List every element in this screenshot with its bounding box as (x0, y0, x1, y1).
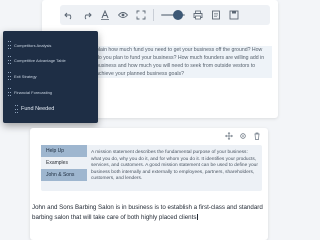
help-panel: Help Up Examples John & Sons A mission s… (41, 145, 262, 191)
drag-handle-icon[interactable] (8, 56, 11, 64)
text-format-icon[interactable] (96, 6, 114, 24)
sidebar-item-competitive-advantage-table[interactable]: Competitive Advantage Table (8, 55, 66, 65)
print-icon[interactable] (189, 6, 207, 24)
toggle-switch[interactable] (161, 10, 185, 20)
tab-john-and-sons[interactable]: John & Sons (41, 169, 87, 181)
tab-examples[interactable]: Examples (41, 157, 87, 169)
answer-card: Help Up Examples John & Sons A mission s… (30, 128, 268, 240)
drag-handle-icon[interactable] (8, 72, 11, 80)
sidebar-item-label: Financial Forecasting (14, 89, 53, 95)
settings-icon[interactable] (238, 131, 248, 141)
sidebar-item-label: Competitors Analysis (14, 42, 52, 48)
sidebar-item-label: Exit Strategy (14, 73, 37, 79)
help-tabs: Help Up Examples John & Sons (41, 145, 87, 191)
help-description: A mission statement describes the fundam… (91, 150, 258, 182)
move-icon[interactable] (224, 131, 234, 141)
sidebar-item-label: Competitive Advantage Table (14, 57, 66, 63)
toolbar-divider (153, 9, 154, 21)
undo-icon[interactable] (60, 6, 78, 24)
sidebar-item-fund-needed[interactable]: Fund Needed (15, 104, 54, 114)
answer-editor[interactable]: John and Sons Barbing Salon is in busine… (32, 203, 264, 222)
drag-handle-icon[interactable] (8, 41, 11, 49)
answer-text: John and Sons Barbing Salon is in busine… (32, 204, 263, 221)
expand-icon[interactable] (132, 6, 150, 24)
text-cursor (197, 213, 199, 220)
sidebar-item-label: Fund Needed (21, 106, 55, 112)
save-icon[interactable] (225, 6, 243, 24)
card-actions (224, 131, 262, 141)
tab-help-up[interactable]: Help Up (41, 145, 87, 157)
drag-handle-icon[interactable] (8, 88, 11, 96)
page-icon[interactable] (207, 6, 225, 24)
sidebar-item-competitors-analysis[interactable]: Competitors Analysis (8, 40, 51, 50)
redo-icon[interactable] (78, 6, 96, 24)
section-sidebar: Competitors Analysis Competitive Advanta… (3, 31, 98, 123)
drag-handle-icon[interactable] (15, 105, 18, 113)
trash-icon[interactable] (252, 131, 262, 141)
editor-toolbar (60, 5, 270, 25)
question-prompt: plain how much fund you need to get your… (92, 46, 272, 78)
eye-icon[interactable] (114, 6, 132, 24)
sidebar-item-exit-strategy[interactable]: Exit Strategy (8, 71, 37, 81)
sidebar-item-financial-forecasting[interactable]: Financial Forecasting (8, 87, 52, 97)
